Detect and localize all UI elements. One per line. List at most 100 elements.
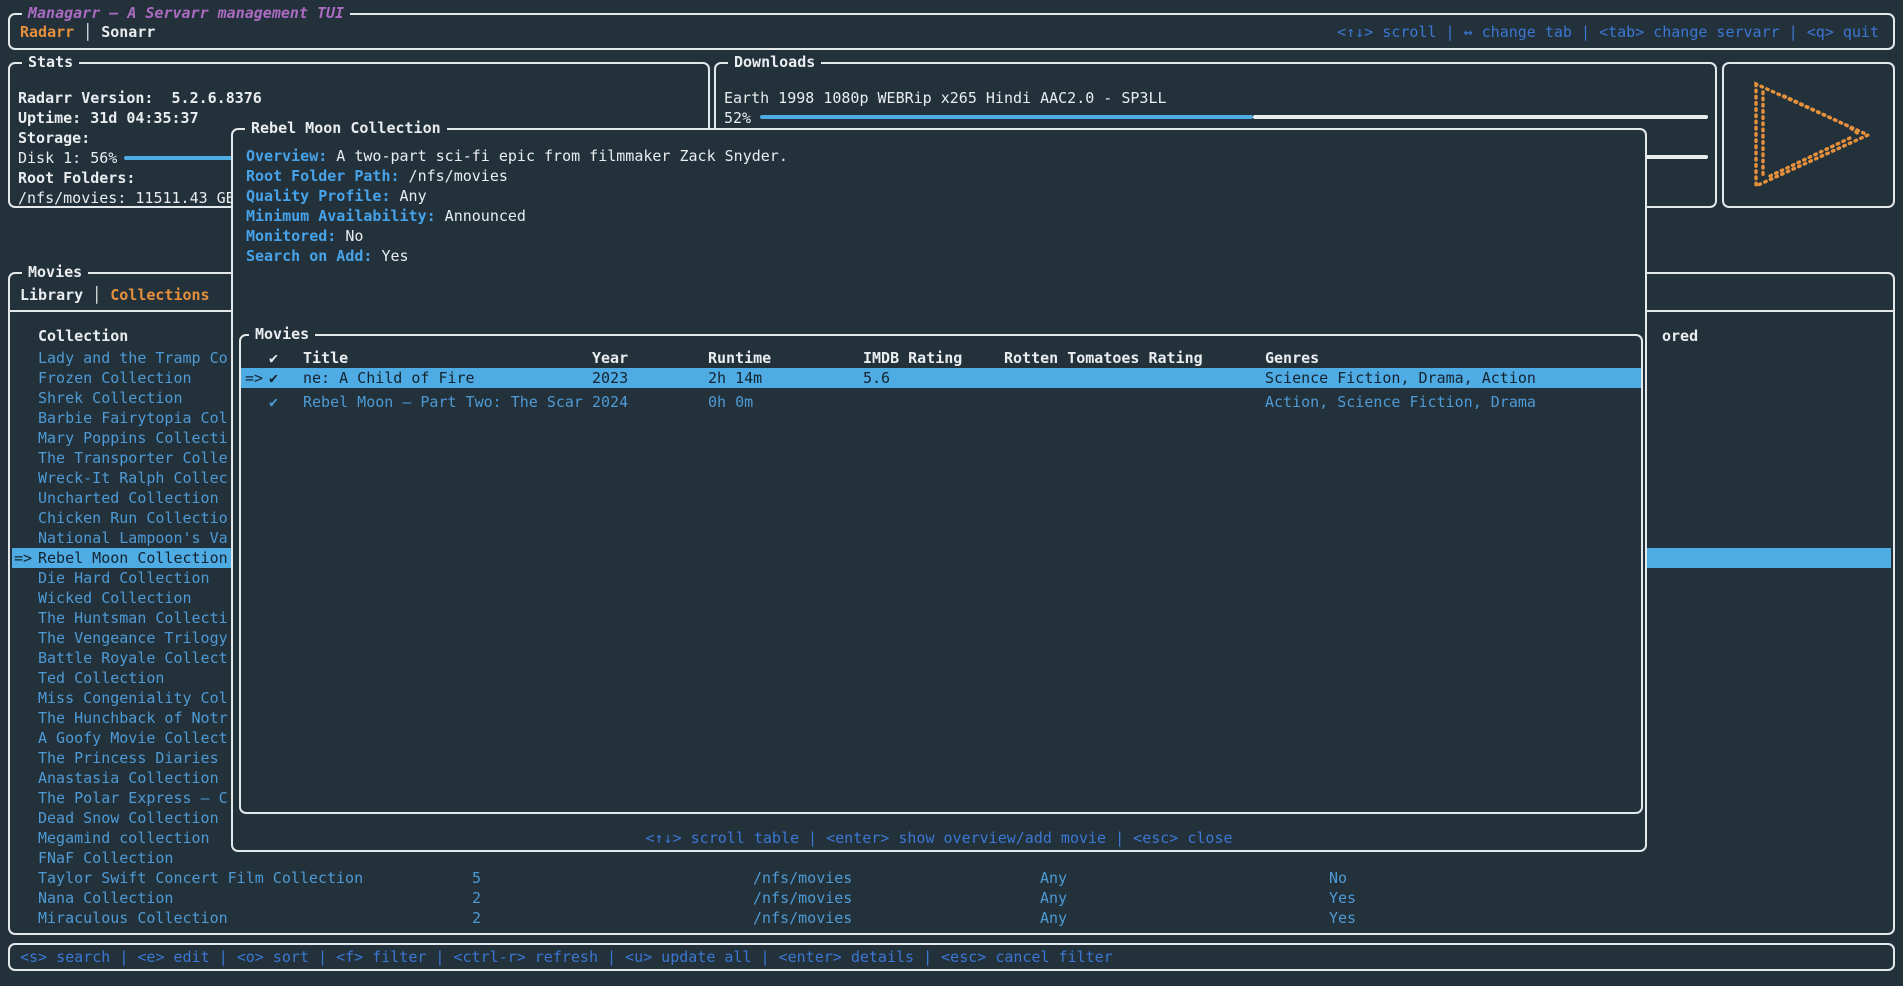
collection-list-item[interactable]: Taylor Swift Concert Film Collection (38, 868, 363, 888)
bottom-bar: <s> search | <e> edit | <o> sort | <f> f… (8, 943, 1895, 971)
radarr-logo-icon (1744, 78, 1878, 199)
download-item-percent: 52% (724, 108, 751, 128)
modal-field: Monitored: No (246, 226, 363, 246)
collection-list-item[interactable]: Die Hard Collection (38, 568, 210, 588)
stats-panel-title: Stats (22, 52, 79, 72)
movies-table-header: Rotten Tomatoes Rating (1004, 348, 1203, 368)
modal-field-value: Announced (436, 207, 526, 225)
selection-marker: => (245, 368, 263, 388)
modal-title: Rebel Moon Collection (245, 118, 447, 138)
movie-cell-runtime: 2h 14m (708, 368, 762, 388)
library-tabs: Library│Collections (20, 285, 210, 305)
modal-field-label: Monitored: (246, 227, 336, 245)
servarr-tab-sonarr[interactable]: Sonarr (101, 23, 155, 41)
keybind-help: <↑↓> scroll | ↔ change tab | <tab> chang… (1337, 22, 1879, 42)
collection-list-item[interactable]: Mary Poppins Collecti (38, 428, 228, 448)
collection-list-item[interactable]: Miraculous Collection (38, 908, 228, 928)
collection-cell-monitored: Yes (1329, 908, 1356, 928)
stats-line: Uptime: 31d 04:35:37 (18, 108, 199, 128)
collection-cell-profile: Any (1040, 868, 1067, 888)
collection-list-item[interactable]: The Transporter Colle (38, 448, 228, 468)
collection-list-item[interactable]: Ted Collection (38, 668, 164, 688)
collection-list-item[interactable]: The Princess Diaries (38, 748, 219, 768)
collection-cell-movies: 2 (472, 888, 481, 908)
servarr-tab-radarr[interactable]: Radarr (20, 23, 74, 41)
modal-field-value: A two-part sci-fi epic from filmmaker Za… (327, 147, 788, 165)
collection-list-item[interactable]: Wicked Collection (38, 588, 192, 608)
stats-line: Storage: (18, 128, 90, 148)
servarr-tabs: Radarr│Sonarr (20, 22, 155, 42)
library-tab-library[interactable]: Library (20, 286, 83, 304)
modal-footer-keybinds: <↑↓> scroll table | <enter> show overvie… (233, 828, 1645, 848)
collection-list-item[interactable]: The Polar Express – C (38, 788, 228, 808)
collection-list-item[interactable]: Anastasia Collection (38, 768, 219, 788)
modal-field-label: Quality Profile: (246, 187, 391, 205)
movies-table-header: IMDB Rating (863, 348, 962, 368)
app-title: Managarr – A Servarr management TUI (22, 3, 350, 23)
collection-list-item[interactable]: Miss Congeniality Col (38, 688, 228, 708)
collection-list-item[interactable]: Dead Snow Collection (38, 808, 219, 828)
stats-line: Disk 1: 56% (18, 148, 117, 168)
collection-list-item[interactable]: The Hunchback of Notr (38, 708, 228, 728)
modal-movies-table-panel: Movies ✔TitleYearRuntimeIMDB RatingRotte… (239, 334, 1643, 814)
movie-cell-title[interactable]: Rebel Moon – Part Two: The Scar (303, 392, 583, 412)
modal-movies-table-title: Movies (249, 324, 315, 344)
collection-cell-movies: 2 (472, 908, 481, 928)
movies-table-header: Title (303, 348, 348, 368)
collection-cell-root_folder: /nfs/movies (753, 888, 852, 908)
modal-field-label: Search on Add: (246, 247, 372, 265)
collection-list-item[interactable]: FNaF Collection (38, 848, 173, 868)
collection-list-item[interactable]: Barbie Fairytopia Col (38, 408, 228, 428)
collection-column-header: Collection (38, 326, 128, 346)
library-tab-separator: │ (83, 286, 110, 304)
modal-field-value: No (336, 227, 363, 245)
movie-cell-year: 2023 (592, 368, 628, 388)
collection-list-item[interactable]: Shrek Collection (38, 388, 183, 408)
movies-table-header: Year (592, 348, 628, 368)
collection-cell-root_folder: /nfs/movies (753, 908, 852, 928)
modal-field-value: /nfs/movies (400, 167, 508, 185)
movie-cell-check: ✔ (269, 368, 278, 388)
downloads-panel-title: Downloads (728, 52, 821, 72)
download-progress-filled (760, 115, 1253, 119)
stats-line: Radarr Version: 5.2.6.8376 (18, 88, 262, 108)
library-tab-collections[interactable]: Collections (110, 286, 209, 304)
movie-cell-runtime: 0h 0m (708, 392, 753, 412)
top-bar: Managarr – A Servarr management TUI Rada… (8, 13, 1895, 50)
logo-panel (1722, 62, 1895, 208)
modal-field-value: Any (391, 187, 427, 205)
collection-list-item[interactable]: Chicken Run Collectio (38, 508, 228, 528)
movie-cell-check: ✔ (269, 392, 278, 412)
movie-cell-title[interactable]: ne: A Child of Fire (303, 368, 475, 388)
modal-field: Root Folder Path: /nfs/movies (246, 166, 508, 186)
stats-line: /nfs/movies: 11511.43 GB (18, 188, 235, 208)
movie-cell-genres: Science Fiction, Drama, Action (1265, 368, 1536, 388)
modal-field-label: Root Folder Path: (246, 167, 400, 185)
collection-details-modal: Rebel Moon Collection Overview: A two-pa… (231, 128, 1647, 852)
managarr-screen: Managarr – A Servarr management TUI Rada… (0, 0, 1903, 986)
collection-list-item[interactable]: A Goofy Movie Collect (38, 728, 228, 748)
collection-list-item[interactable]: Frozen Collection (38, 368, 192, 388)
movies-table-header: Genres (1265, 348, 1319, 368)
collection-cell-root_folder: /nfs/movies (753, 868, 852, 888)
collection-list-item[interactable]: National Lampoon's Va (38, 528, 228, 548)
collection-list-item[interactable]: Wreck-It Ralph Collec (38, 468, 228, 488)
collection-list-item[interactable]: Rebel Moon Collection (38, 548, 228, 568)
collection-list-item[interactable]: Megamind collection (38, 828, 210, 848)
collection-list-item[interactable]: Uncharted Collection (38, 488, 219, 508)
download-item-name: Earth 1998 1080p WEBRip x265 Hindi AAC2.… (724, 88, 1167, 108)
collection-list-item[interactable]: The Vengeance Trilogy (38, 628, 228, 648)
collection-list-item[interactable]: The Huntsman Collecti (38, 608, 228, 628)
collection-list-item[interactable]: Nana Collection (38, 888, 173, 908)
collection-cell-movies: 5 (472, 868, 481, 888)
collection-cell-monitored: No (1329, 868, 1347, 888)
monitored-column-header-fragment: ored (1662, 326, 1698, 346)
movies-panel-title: Movies (22, 262, 88, 282)
modal-field: Quality Profile: Any (246, 186, 427, 206)
collection-list-item[interactable]: Lady and the Tramp Co (38, 348, 228, 368)
modal-field: Search on Add: Yes (246, 246, 409, 266)
movie-cell-year: 2024 (592, 392, 628, 412)
collection-cell-monitored: Yes (1329, 888, 1356, 908)
modal-field-label: Minimum Availability: (246, 207, 436, 225)
collection-list-item[interactable]: Battle Royale Collect (38, 648, 228, 668)
